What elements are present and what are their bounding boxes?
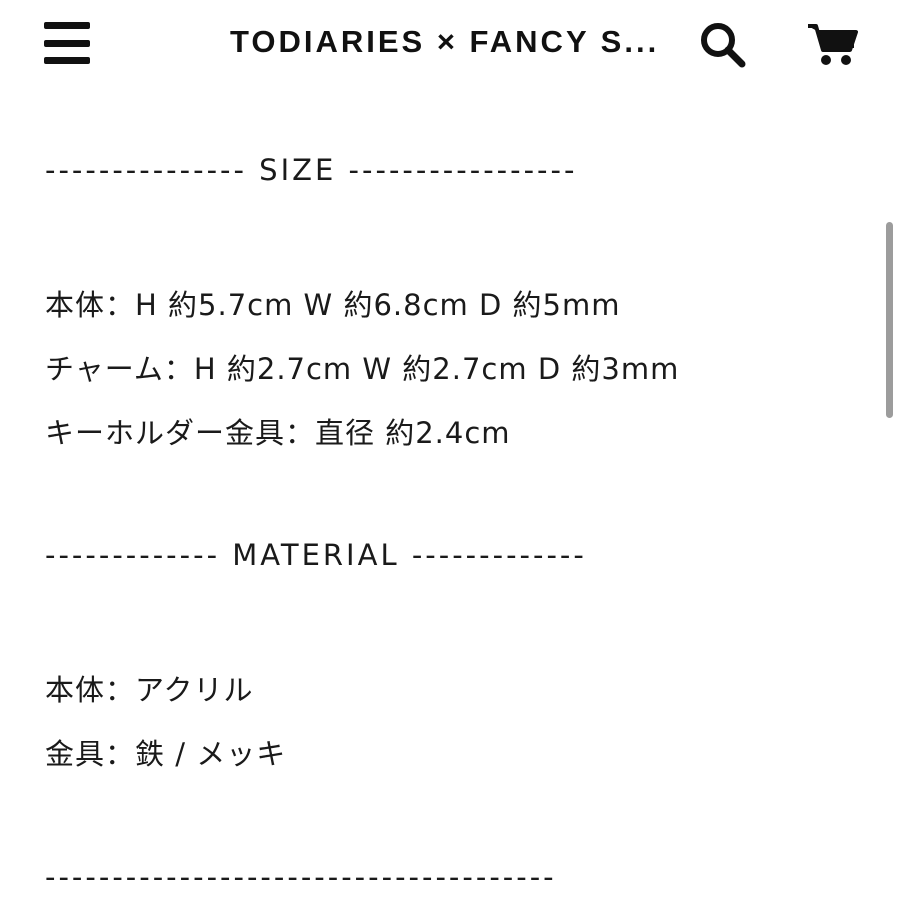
product-detail-page: TODIARIES × FANCY S... --------------- S… <box>0 0 900 900</box>
scrollbar-thumb[interactable] <box>886 222 893 418</box>
material-line-body: 本体：アクリル <box>45 673 254 707</box>
search-icon[interactable] <box>698 20 748 70</box>
shop-title[interactable]: TODIARIES × FANCY S... <box>230 24 680 60</box>
size-section-divider: --------------- SIZE ----------------- <box>45 153 578 187</box>
size-line-keyholder: キーホルダー金具：直径 約2.4cm <box>45 416 511 450</box>
bottom-divider: -------------------------------------- <box>45 860 557 894</box>
size-line-charm: チャーム：H 約2.7cm W 約2.7cm D 約3mm <box>45 352 680 386</box>
material-line-fittings: 金具：鉄 / メッキ <box>45 737 287 771</box>
hamburger-menu-icon[interactable] <box>44 22 92 64</box>
top-nav-bar: TODIARIES × FANCY S... <box>0 0 900 90</box>
material-section-divider: ------------- MATERIAL ------------- <box>45 538 587 572</box>
cart-icon[interactable] <box>806 20 858 68</box>
size-line-body: 本体：H 約5.7cm W 約6.8cm D 約5mm <box>45 288 621 322</box>
